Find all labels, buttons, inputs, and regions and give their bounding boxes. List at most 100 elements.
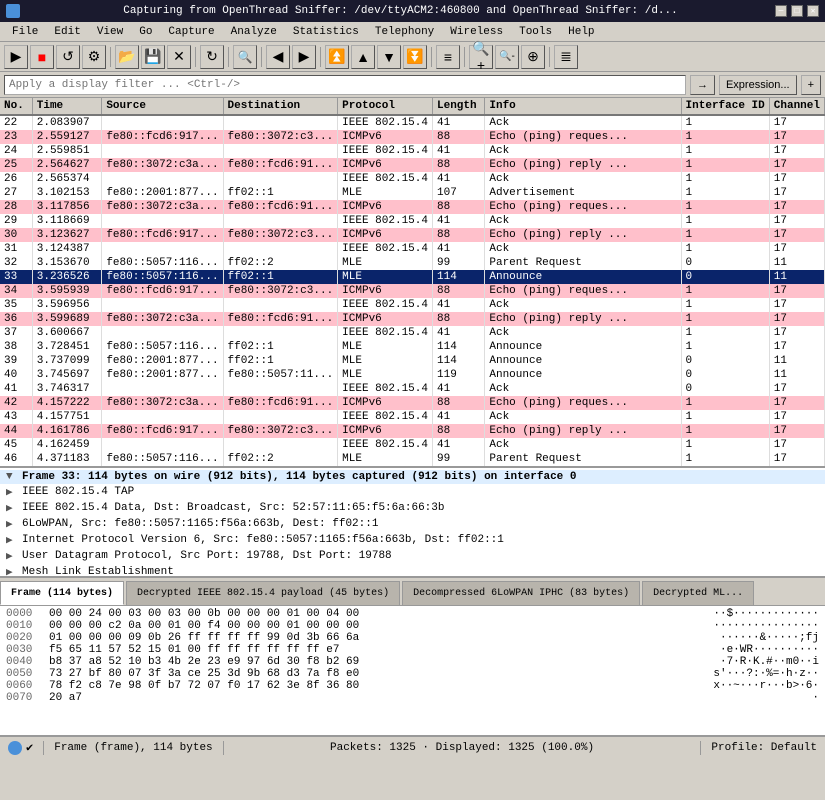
col-header-no[interactable]: No.	[0, 98, 32, 115]
go-top-button[interactable]: ⏫	[325, 45, 349, 69]
detail-text: IEEE 802.15.4 Data, Dst: Broadcast, Src:…	[22, 502, 444, 514]
minimize-button[interactable]: ─	[775, 5, 787, 17]
save-button[interactable]: 💾	[141, 45, 165, 69]
menu-go[interactable]: Go	[131, 24, 160, 40]
menu-tools[interactable]: Tools	[511, 24, 560, 40]
table-row[interactable]: 373.600667IEEE 802.15.441Ack117	[0, 326, 825, 340]
col-header-destination[interactable]: Destination	[223, 98, 338, 115]
go-forward-button[interactable]: ▶	[292, 45, 316, 69]
open-button[interactable]: 📂	[115, 45, 139, 69]
add-filter-button[interactable]: +	[801, 75, 821, 95]
close-button[interactable]: ✕	[807, 5, 819, 17]
hex-row[interactable]: 0040b8 37 a8 52 10 b3 4b 2e 23 e9 97 6d …	[6, 656, 819, 668]
table-row[interactable]: 454.162459IEEE 802.15.441Ack117	[0, 438, 825, 452]
col-header-time[interactable]: Time	[32, 98, 102, 115]
detail-row[interactable]: ▶User Datagram Protocol, Src Port: 19788…	[0, 548, 825, 564]
col-header-length[interactable]: Length	[433, 98, 485, 115]
menu-help[interactable]: Help	[560, 24, 602, 40]
col-header-info[interactable]: Info	[485, 98, 681, 115]
table-row[interactable]: 252.564627fe80::3072:c3a...fe80::fcd6:91…	[0, 158, 825, 172]
expand-all-button[interactable]: ≣	[554, 45, 578, 69]
menu-edit[interactable]: Edit	[46, 24, 88, 40]
table-row[interactable]: 353.596956IEEE 802.15.441Ack117	[0, 298, 825, 312]
col-header-channel[interactable]: Channel	[769, 98, 824, 115]
table-cell: Echo (ping) reply ...	[485, 228, 681, 242]
close-file-button[interactable]: ✕	[167, 45, 191, 69]
menu-view[interactable]: View	[89, 24, 131, 40]
table-row[interactable]: 273.102153fe80::2001:877...ff02::1MLE107…	[0, 186, 825, 200]
reload-button[interactable]: ↻	[200, 45, 224, 69]
table-row[interactable]: 313.124387IEEE 802.15.441Ack117	[0, 242, 825, 256]
hex-row[interactable]: 002001 00 00 00 09 0b 26 ff ff ff ff 99 …	[6, 632, 819, 644]
menu-file[interactable]: File	[4, 24, 46, 40]
go-down-button[interactable]: ▼	[377, 45, 401, 69]
hex-row[interactable]: 000000 00 24 00 03 00 03 00 0b 00 00 00 …	[6, 608, 819, 620]
table-row[interactable]: 434.157751IEEE 802.15.441Ack117	[0, 410, 825, 424]
hex-row[interactable]: 005073 27 bf 80 07 3f 3a ce 25 3d 9b 68 …	[6, 668, 819, 680]
table-row[interactable]: 424.157222fe80::3072:c3a...fe80::fcd6:91…	[0, 396, 825, 410]
go-back-button[interactable]: ◀	[266, 45, 290, 69]
zoom-reset-button[interactable]: ⊕	[521, 45, 545, 69]
menu-bar: File Edit View Go Capture Analyze Statis…	[0, 22, 825, 42]
table-row[interactable]: 363.599689fe80::3072:c3a...fe80::fcd6:91…	[0, 312, 825, 326]
hex-row[interactable]: 001000 00 00 c2 0a 00 01 00 f4 00 00 00 …	[6, 620, 819, 632]
restart-button[interactable]: ↺	[56, 45, 80, 69]
table-row[interactable]: 444.161786fe80::fcd6:917...fe80::3072:c3…	[0, 424, 825, 438]
table-cell: 31	[0, 242, 32, 256]
options-button[interactable]: ⚙	[82, 45, 106, 69]
go-bottom-button[interactable]: ⏬	[403, 45, 427, 69]
table-row[interactable]: 413.746317IEEE 802.15.441Ack017	[0, 382, 825, 396]
filter-arrow-button[interactable]: →	[690, 75, 715, 95]
display-filter-input[interactable]	[4, 75, 686, 95]
go-up-button[interactable]: ▲	[351, 45, 375, 69]
table-row[interactable]: 323.153670fe80::5057:116...ff02::2MLE99P…	[0, 256, 825, 270]
menu-wireless[interactable]: Wireless	[442, 24, 511, 40]
expression-button[interactable]: Expression...	[719, 75, 797, 95]
table-row[interactable]: 333.236526fe80::5057:116...ff02::1MLE114…	[0, 270, 825, 284]
hex-row[interactable]: 007020 a7 ·	[6, 692, 819, 704]
menu-capture[interactable]: Capture	[160, 24, 222, 40]
table-row[interactable]: 293.118669IEEE 802.15.441Ack117	[0, 214, 825, 228]
colorize-button[interactable]: ≡	[436, 45, 460, 69]
table-row[interactable]: 464.371183fe80::5057:116...ff02::2MLE99P…	[0, 452, 825, 466]
table-row[interactable]: 303.123627fe80::fcd6:917...fe80::3072:c3…	[0, 228, 825, 242]
table-row[interactable]: 403.745697fe80::2001:877...fe80::5057:11…	[0, 368, 825, 382]
detail-row[interactable]: ▼Frame 33: 114 bytes on wire (912 bits),…	[0, 470, 825, 484]
table-row[interactable]: 232.559127fe80::fcd6:917...fe80::3072:c3…	[0, 130, 825, 144]
table-row[interactable]: 242.559851IEEE 802.15.441Ack117	[0, 144, 825, 158]
menu-analyze[interactable]: Analyze	[223, 24, 285, 40]
col-header-protocol[interactable]: Protocol	[338, 98, 433, 115]
col-header-source[interactable]: Source	[102, 98, 223, 115]
zoom-out-button[interactable]: 🔍-	[495, 45, 519, 69]
hex-row[interactable]: 0030f5 65 11 57 52 15 01 00 ff ff ff ff …	[6, 644, 819, 656]
detail-row[interactable]: ▶IEEE 802.15.4 TAP	[0, 484, 825, 500]
table-row[interactable]: 343.595939fe80::fcd6:917...fe80::3072:c3…	[0, 284, 825, 298]
table-row[interactable]: 222.083907IEEE 802.15.441Ack117	[0, 115, 825, 130]
detail-row[interactable]: ▶IEEE 802.15.4 Data, Dst: Broadcast, Src…	[0, 500, 825, 516]
expand-arrow-icon: ▶	[6, 485, 18, 499]
table-row[interactable]: 393.737099fe80::2001:877...ff02::1MLE114…	[0, 354, 825, 368]
menu-statistics[interactable]: Statistics	[285, 24, 367, 40]
table-row[interactable]: 283.117856fe80::3072:c3a...fe80::fcd6:91…	[0, 200, 825, 214]
find-button[interactable]: 🔍	[233, 45, 257, 69]
tab-0[interactable]: Frame (114 bytes)	[0, 581, 124, 605]
maximize-button[interactable]: □	[791, 5, 803, 17]
start-capture-button[interactable]: ▶	[4, 45, 28, 69]
table-row[interactable]: 262.565374IEEE 802.15.441Ack117	[0, 172, 825, 186]
menu-telephony[interactable]: Telephony	[367, 24, 442, 40]
detail-row[interactable]: ▶Internet Protocol Version 6, Src: fe80:…	[0, 532, 825, 548]
table-cell: 1	[681, 340, 769, 354]
tab-2[interactable]: Decompressed 6LoWPAN IPHC (83 bytes)	[402, 581, 640, 605]
table-cell: Echo (ping) reply ...	[485, 312, 681, 326]
tab-3[interactable]: Decrypted ML...	[642, 581, 754, 605]
table-cell: 1	[681, 284, 769, 298]
detail-row[interactable]: ▶Mesh Link Establishment	[0, 564, 825, 578]
detail-row[interactable]: ▶6LoWPAN, Src: fe80::5057:1165:f56a:663b…	[0, 516, 825, 532]
zoom-in-button[interactable]: 🔍+	[469, 45, 493, 69]
tab-1[interactable]: Decrypted IEEE 802.15.4 payload (45 byte…	[126, 581, 400, 605]
table-row[interactable]: 383.728451fe80::5057:116...ff02::1MLE114…	[0, 340, 825, 354]
hex-row[interactable]: 006078 f2 c8 7e 98 0f b7 72 07 f0 17 62 …	[6, 680, 819, 692]
packet-list-container[interactable]: No. Time Source Destination Protocol Len…	[0, 98, 825, 468]
col-header-interface[interactable]: Interface ID	[681, 98, 769, 115]
stop-capture-button[interactable]: ■	[30, 45, 54, 69]
